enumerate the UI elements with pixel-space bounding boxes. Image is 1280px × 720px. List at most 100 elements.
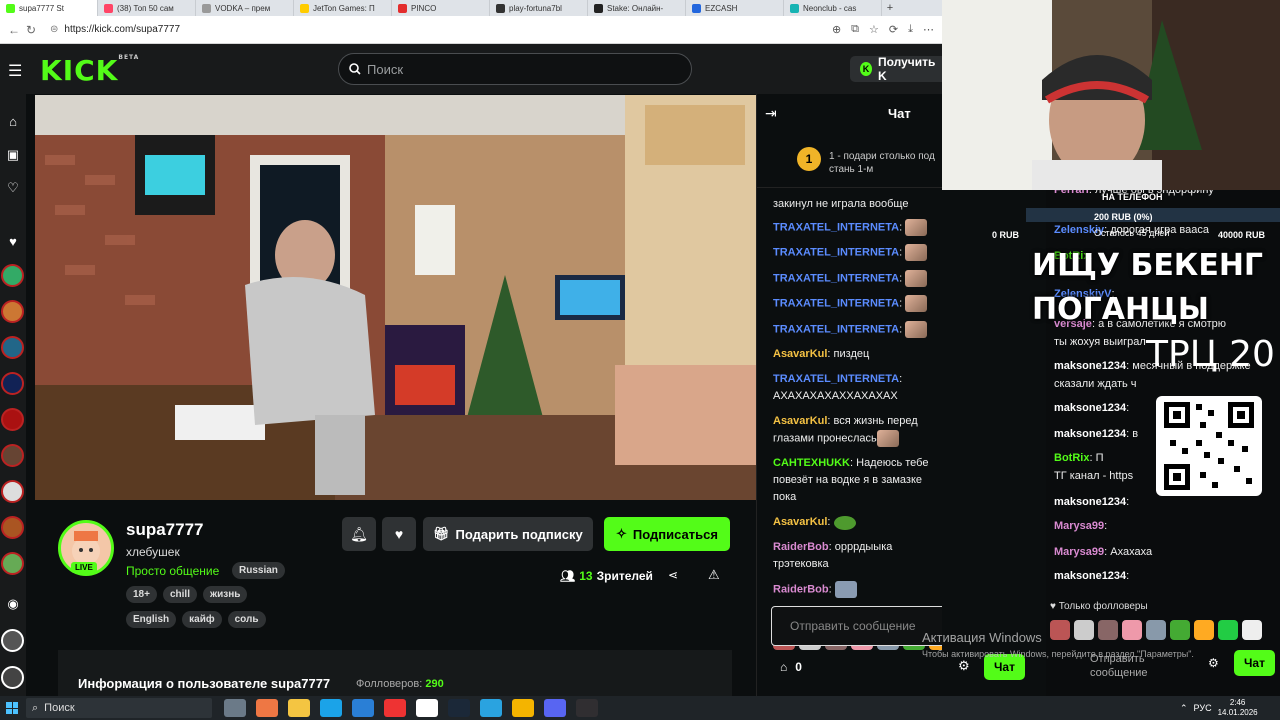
- pinned-gift-leaderboard[interactable]: 1 1 - подари столько под стань 1-м: [757, 132, 942, 188]
- subscribe-button[interactable]: ✧ Подписаться: [604, 517, 730, 551]
- chat-username[interactable]: RaiderBob: [773, 584, 829, 596]
- chat-username[interactable]: AsavarKul: [773, 348, 827, 360]
- browser-tab[interactable]: play-fortuna7bl: [490, 0, 588, 16]
- chat-username[interactable]: TRAXATEL_INTERNETA: [773, 272, 899, 284]
- tag-badge[interactable]: chill: [162, 586, 197, 603]
- search-input[interactable]: [367, 61, 681, 77]
- chat-input-box[interactable]: ☻: [771, 606, 942, 646]
- followed-channel-avatar[interactable]: [1, 372, 24, 395]
- zoom-icon[interactable]: ⊕: [832, 23, 841, 36]
- tag-badge[interactable]: 18+: [126, 586, 157, 603]
- chat-settings-gear-icon[interactable]: ⚙: [958, 658, 970, 674]
- channel-name[interactable]: supa7777: [126, 520, 204, 540]
- back-icon[interactable]: ←: [8, 23, 26, 37]
- stream-category[interactable]: Просто общение: [126, 564, 219, 578]
- channel-points[interactable]: ⌂ 0: [780, 660, 802, 674]
- tray-chevron-icon[interactable]: ⌃: [1180, 703, 1188, 714]
- task-view-icon[interactable]: [224, 699, 246, 717]
- refresh-icon[interactable]: ⟳: [889, 23, 898, 36]
- extension-icon[interactable]: ⧉: [851, 23, 859, 36]
- app-icon[interactable]: [512, 699, 534, 717]
- followed-channel-avatar[interactable]: [1, 480, 24, 503]
- tag-badge[interactable]: соль: [227, 611, 266, 628]
- followed-channel-avatar[interactable]: [1, 408, 24, 431]
- tag-badge[interactable]: English: [126, 611, 177, 628]
- taskbar-search[interactable]: ⌕ Поиск: [26, 698, 212, 718]
- chat-username[interactable]: RaiderBob: [773, 541, 829, 553]
- windows-start-icon[interactable]: [2, 698, 22, 718]
- tag-badge[interactable]: жизнь: [202, 586, 248, 603]
- followed-channel-avatar[interactable]: [1, 552, 24, 575]
- reload-icon[interactable]: ↻: [26, 23, 44, 37]
- chat-username[interactable]: CAHTEXHUKK: [773, 457, 850, 469]
- discord-icon[interactable]: ◉: [4, 596, 22, 614]
- yandex-browser-icon[interactable]: [416, 699, 438, 717]
- browse-icon[interactable]: ▣: [4, 147, 22, 165]
- browser-tab[interactable]: EZCASH: [686, 0, 784, 16]
- language-indicator[interactable]: РУС: [1194, 703, 1212, 713]
- mail-icon[interactable]: [352, 699, 374, 717]
- video-player[interactable]: [35, 95, 756, 500]
- chat-message: AsavarKul: вся жизнь перед глазами проне…: [773, 413, 941, 448]
- browser-tab[interactable]: supa7777 St: [0, 0, 98, 16]
- followed-channel-avatar[interactable]: [1, 666, 24, 689]
- following-icon[interactable]: ♡: [4, 180, 22, 198]
- followed-channel-avatar[interactable]: [1, 516, 24, 539]
- address-bar: ← ↻ ⊜ https://kick.com/supa7777 ⊕ ⧉ ☆ ⟳ …: [0, 16, 942, 44]
- menu-icon[interactable]: ⋯: [923, 23, 934, 36]
- store-icon[interactable]: [256, 699, 278, 717]
- browser-tab[interactable]: JetTon Games: П: [294, 0, 392, 16]
- hamburger-menu-icon[interactable]: ☰: [8, 61, 22, 81]
- collapse-chat-icon[interactable]: ⇥: [765, 105, 777, 122]
- chat-username[interactable]: TRAXATEL_INTERNETA: [773, 373, 899, 385]
- followed-channel-avatar[interactable]: [1, 629, 24, 652]
- emote[interactable]: [1194, 620, 1214, 640]
- get-kicks-button[interactable]: K Получить K: [850, 55, 942, 83]
- chat-message-input[interactable]: [790, 619, 942, 633]
- discord-taskbar-icon[interactable]: [544, 699, 566, 717]
- kick-logo[interactable]: KICKBETA: [40, 54, 139, 87]
- chat-username[interactable]: AsavarKul: [773, 516, 827, 528]
- chat-username[interactable]: TRAXATEL_INTERNETA: [773, 221, 899, 233]
- follow-button[interactable]: ♥: [382, 517, 416, 551]
- edge-icon[interactable]: [320, 699, 342, 717]
- file-explorer-icon[interactable]: [288, 699, 310, 717]
- clock[interactable]: 2:46 14.01.2026: [1218, 698, 1258, 718]
- emote[interactable]: [1218, 620, 1238, 640]
- chat-username[interactable]: TRAXATEL_INTERNETA: [773, 247, 899, 259]
- browser-tab[interactable]: PINCO: [392, 0, 490, 16]
- obs-icon[interactable]: [576, 699, 598, 717]
- followed-channel-avatar[interactable]: [1, 336, 24, 359]
- notification-bell-button[interactable]: 🔔︎: [342, 517, 376, 551]
- report-icon[interactable]: ⚠: [708, 567, 720, 583]
- chat-text: пиздец: [833, 348, 870, 361]
- chat-username[interactable]: AsavarKul: [773, 415, 827, 427]
- browser-tab[interactable]: (38) Топ 50 сам: [98, 0, 196, 16]
- browser-tab[interactable]: VODKA – прем: [196, 0, 294, 16]
- telegram-icon[interactable]: [480, 699, 502, 717]
- browser-tab[interactable]: Neonclub - cas: [784, 0, 882, 16]
- followed-channel-avatar[interactable]: [1, 264, 24, 287]
- browser-tab[interactable]: Stake: Онлайн-: [588, 0, 686, 16]
- new-tab-icon[interactable]: +: [882, 2, 898, 14]
- search-box[interactable]: [338, 53, 692, 85]
- tag-badge[interactable]: кайф: [182, 611, 222, 628]
- chat-username[interactable]: TRAXATEL_INTERNETA: [773, 298, 899, 310]
- download-icon[interactable]: ⤓: [908, 23, 913, 36]
- tab-favicon-icon: [398, 3, 407, 13]
- steam-icon[interactable]: [448, 699, 470, 717]
- language-badge[interactable]: Russian: [232, 562, 285, 579]
- followed-channel-avatar[interactable]: [1, 444, 24, 467]
- emote[interactable]: [1242, 620, 1262, 640]
- chat-username[interactable]: TRAXATEL_INTERNETA: [773, 323, 899, 335]
- share-icon[interactable]: ⋖: [668, 568, 678, 582]
- site-info-icon[interactable]: ⊜: [50, 24, 58, 35]
- star-icon[interactable]: ☆: [869, 23, 879, 36]
- yandex-icon[interactable]: [384, 699, 406, 717]
- gift-subscription-button[interactable]: 🎁︎ Подарить подписку: [423, 517, 593, 551]
- url-field[interactable]: ⊜ https://kick.com/supa7777: [50, 24, 832, 35]
- home-icon[interactable]: ⌂: [4, 114, 22, 132]
- tab-favicon-icon: [300, 3, 309, 13]
- heart-icon: ♥: [394, 526, 404, 542]
- followed-channel-avatar[interactable]: [1, 300, 24, 323]
